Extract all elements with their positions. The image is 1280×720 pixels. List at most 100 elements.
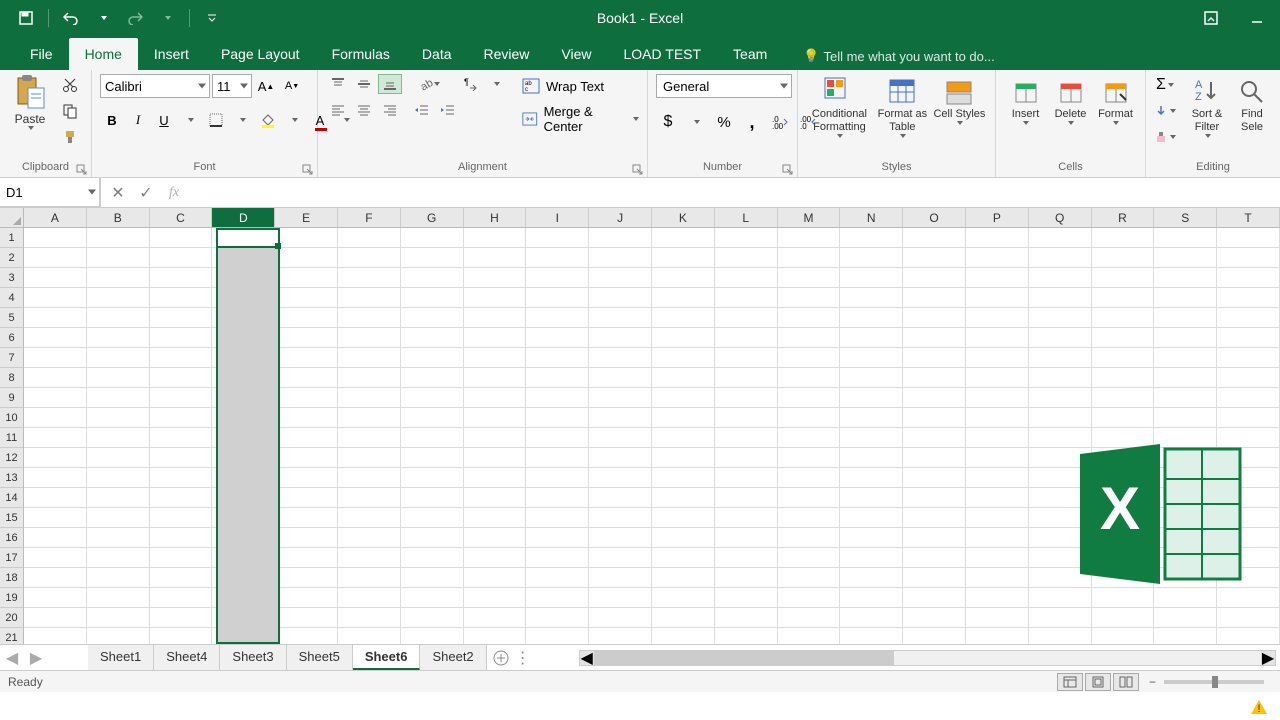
column-header-K[interactable]: K — [652, 208, 715, 227]
active-cell[interactable] — [216, 228, 280, 248]
zoom-out-button[interactable]: − — [1149, 675, 1156, 689]
column-header-C[interactable]: C — [150, 208, 213, 227]
format-painter-button[interactable] — [58, 126, 82, 148]
sheet-tab-sheet2[interactable]: Sheet2 — [420, 645, 486, 670]
tab-view[interactable]: View — [545, 38, 607, 70]
row-header-11[interactable]: 11 — [0, 428, 23, 448]
clipboard-launcher[interactable] — [76, 163, 88, 175]
column-header-F[interactable]: F — [338, 208, 401, 227]
column-header-N[interactable]: N — [840, 208, 903, 227]
save-button[interactable] — [12, 4, 40, 32]
sort-filter-button[interactable]: AZ Sort & Filter — [1184, 74, 1230, 138]
row-header-13[interactable]: 13 — [0, 468, 23, 488]
zoom-slider[interactable] — [1164, 680, 1264, 684]
row-header-17[interactable]: 17 — [0, 548, 23, 568]
align-bottom-button[interactable] — [378, 74, 402, 94]
row-header-18[interactable]: 18 — [0, 568, 23, 588]
row-header-3[interactable]: 3 — [0, 268, 23, 288]
percent-button[interactable]: % — [712, 110, 736, 134]
format-cells-button[interactable]: Format — [1094, 74, 1137, 125]
alignment-launcher[interactable] — [632, 163, 644, 175]
increase-indent-button[interactable] — [436, 100, 460, 120]
align-left-button[interactable] — [326, 100, 350, 120]
decrease-font-button[interactable]: A▼ — [280, 74, 304, 98]
sheet-nav-next[interactable]: ▶ — [24, 646, 48, 670]
column-header-L[interactable]: L — [715, 208, 778, 227]
column-header-Q[interactable]: Q — [1029, 208, 1092, 227]
ltr-button[interactable]: ¶ — [458, 74, 482, 94]
font-launcher[interactable] — [302, 163, 314, 175]
conditional-formatting-button[interactable]: Conditional Formatting — [806, 74, 873, 138]
row-header-7[interactable]: 7 — [0, 348, 23, 368]
tab-team[interactable]: Team — [717, 38, 783, 70]
tab-formulas[interactable]: Formulas — [316, 38, 406, 70]
column-header-I[interactable]: I — [526, 208, 589, 227]
delete-cells-button[interactable]: Delete — [1049, 74, 1092, 125]
wrap-text-button[interactable]: abcWrap Text — [522, 78, 639, 94]
accounting-dropdown[interactable] — [684, 110, 708, 134]
tab-file[interactable]: File — [14, 38, 69, 70]
scroll-left-button[interactable]: ◀ — [580, 651, 594, 665]
clear-button[interactable] — [1154, 126, 1176, 148]
column-header-P[interactable]: P — [966, 208, 1029, 227]
italic-button[interactable]: I — [126, 108, 150, 132]
increase-decimal-button[interactable]: .0.00 — [768, 110, 792, 134]
tab-page-layout[interactable]: Page Layout — [205, 38, 316, 70]
insert-function-button[interactable]: fx — [165, 184, 183, 202]
column-header-J[interactable]: J — [589, 208, 652, 227]
enter-formula-button[interactable]: ✓ — [137, 184, 155, 202]
column-header-G[interactable]: G — [401, 208, 464, 227]
fill-color-dropdown[interactable] — [282, 108, 306, 132]
fill-button[interactable] — [1154, 100, 1176, 122]
cell-styles-button[interactable]: Cell Styles — [932, 74, 987, 125]
column-header-E[interactable]: E — [275, 208, 338, 227]
tab-home[interactable]: Home — [69, 38, 138, 70]
sheet-tab-sheet4[interactable]: Sheet4 — [154, 645, 220, 670]
row-header-19[interactable]: 19 — [0, 588, 23, 608]
align-top-button[interactable] — [326, 74, 350, 94]
column-header-O[interactable]: O — [903, 208, 966, 227]
format-as-table-button[interactable]: Format as Table — [875, 74, 930, 138]
sheet-tab-sheet5[interactable]: Sheet5 — [287, 645, 353, 670]
borders-button[interactable] — [204, 108, 228, 132]
tab-data[interactable]: Data — [406, 38, 468, 70]
tab-insert[interactable]: Insert — [138, 38, 205, 70]
ltr-dropdown[interactable] — [484, 74, 508, 94]
font-name-combo[interactable]: Calibri — [100, 74, 210, 98]
comma-button[interactable]: , — [740, 110, 764, 134]
sheet-tab-sheet6[interactable]: Sheet6 — [353, 645, 421, 670]
name-box[interactable]: D1 — [0, 178, 100, 207]
undo-button[interactable] — [57, 4, 85, 32]
copy-button[interactable] — [58, 100, 82, 122]
select-all-corner[interactable] — [0, 208, 24, 228]
number-launcher[interactable] — [782, 163, 794, 175]
tab-review[interactable]: Review — [468, 38, 546, 70]
row-header-9[interactable]: 9 — [0, 388, 23, 408]
column-header-R[interactable]: R — [1092, 208, 1155, 227]
autosum-button[interactable]: Σ — [1154, 74, 1176, 96]
underline-dropdown[interactable] — [178, 108, 202, 132]
page-break-view-button[interactable] — [1113, 673, 1139, 691]
column-header-M[interactable]: M — [778, 208, 841, 227]
decrease-indent-button[interactable] — [410, 100, 434, 120]
row-header-14[interactable]: 14 — [0, 488, 23, 508]
align-right-button[interactable] — [378, 100, 402, 120]
tell-me-search[interactable]: 💡 Tell me what you want to do... — [803, 48, 994, 70]
redo-button[interactable] — [121, 4, 149, 32]
sheet-nav-prev[interactable]: ◀ — [0, 646, 24, 670]
row-header-16[interactable]: 16 — [0, 528, 23, 548]
align-center-button[interactable] — [352, 100, 376, 120]
column-header-A[interactable]: A — [24, 208, 87, 227]
row-header-4[interactable]: 4 — [0, 288, 23, 308]
row-header-8[interactable]: 8 — [0, 368, 23, 388]
column-header-B[interactable]: B — [87, 208, 150, 227]
merge-center-button[interactable]: Merge & Center — [522, 104, 639, 134]
qat-customize[interactable] — [198, 4, 226, 32]
increase-font-button[interactable]: A▲ — [254, 74, 278, 98]
minimize-button[interactable] — [1234, 0, 1280, 36]
sheet-tab-sheet1[interactable]: Sheet1 — [88, 645, 154, 670]
font-size-combo[interactable]: 11 — [212, 74, 252, 98]
redo-dropdown[interactable] — [153, 4, 181, 32]
orientation-button[interactable]: ab — [416, 74, 440, 94]
find-select-button[interactable]: Find Sele — [1232, 74, 1272, 134]
